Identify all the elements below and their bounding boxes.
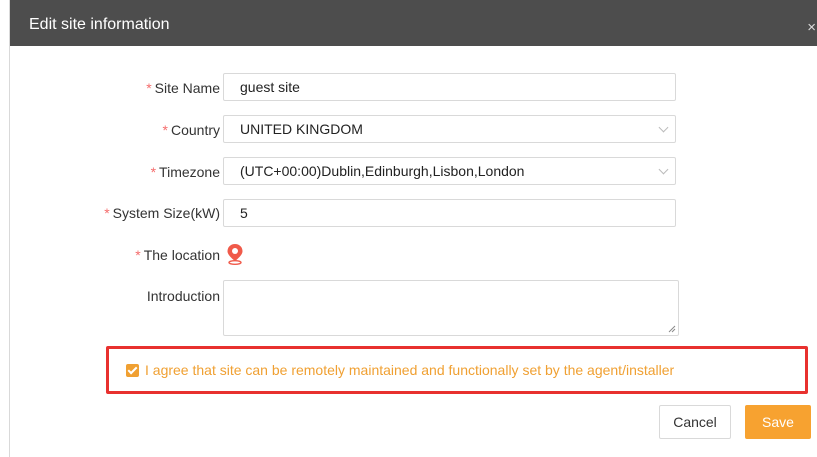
resize-grip-icon[interactable] bbox=[668, 325, 676, 333]
save-button[interactable]: Save bbox=[745, 405, 811, 439]
country-label: * Country bbox=[162, 122, 220, 138]
dialog-header: Edit site information × bbox=[10, 0, 817, 46]
system-size-input[interactable]: 5 bbox=[223, 199, 676, 227]
dialog-title: Edit site information bbox=[29, 16, 170, 33]
timezone-label: * Timezone bbox=[150, 164, 220, 180]
location-label: * The location bbox=[135, 247, 220, 263]
agreement-checkbox[interactable] bbox=[126, 364, 139, 377]
map-pin-icon[interactable] bbox=[226, 243, 244, 265]
edit-site-dialog: Edit site information × * Site Name guest… bbox=[9, 0, 817, 457]
timezone-select[interactable]: (UTC+00:00)Dublin,Edinburgh,Lisbon,Londo… bbox=[223, 157, 676, 185]
introduction-label: Introduction bbox=[146, 288, 220, 304]
country-select[interactable]: UNITED KINGDOM bbox=[223, 115, 676, 143]
site-name-label: * Site Name bbox=[146, 80, 220, 96]
chevron-down-icon bbox=[658, 164, 669, 175]
cancel-button[interactable]: Cancel bbox=[659, 405, 731, 439]
close-icon[interactable]: × bbox=[807, 20, 816, 35]
chevron-down-icon bbox=[658, 122, 669, 133]
agreement-highlight: I agree that site can be remotely mainta… bbox=[106, 346, 808, 394]
site-name-input[interactable]: guest site bbox=[223, 73, 676, 101]
introduction-textarea[interactable] bbox=[223, 280, 679, 336]
system-size-label: * System Size(kW) bbox=[104, 205, 220, 221]
agreement-text[interactable]: I agree that site can be remotely mainta… bbox=[145, 362, 674, 378]
